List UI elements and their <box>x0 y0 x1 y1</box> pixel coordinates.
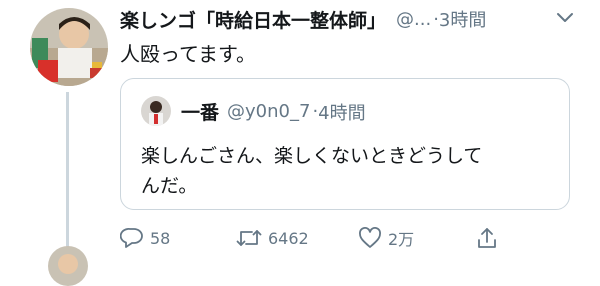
like-button[interactable]: 2万 <box>358 224 414 252</box>
retweet-icon <box>236 227 262 249</box>
quoted-text-line: 楽しんごさん、楽しくないときどうして <box>141 145 483 167</box>
quoted-display-name: 一番 <box>181 102 220 124</box>
user-handle[interactable]: @... <box>396 9 431 30</box>
like-count: 2万 <box>388 230 415 249</box>
quoted-tweet[interactable]: 一番 @y0n0_7 · 4時間 楽しんごさん、楽しくないときどうして んだ。 <box>120 78 570 210</box>
retweet-button[interactable]: 6462 <box>236 224 309 252</box>
tweet-text: 人殴ってます。 <box>120 42 256 66</box>
avatar[interactable] <box>30 8 108 86</box>
reply-icon <box>120 227 144 249</box>
quoted-avatar <box>141 96 171 126</box>
next-tweet-avatar[interactable] <box>48 246 88 286</box>
quoted-text: 楽しんごさん、楽しくないときどうして んだ。 <box>141 141 561 201</box>
share-button[interactable] <box>476 224 498 252</box>
display-name[interactable]: 楽しンゴ「時給日本一整体師」 <box>120 6 386 33</box>
tweet-time[interactable]: 3時間 <box>439 6 486 32</box>
tweet-header: 楽しンゴ「時給日本一整体師」 @... · 3時間 <box>120 6 486 32</box>
like-icon <box>358 227 382 249</box>
thread-line <box>66 92 69 255</box>
reply-count: 58 <box>150 228 171 248</box>
retweet-count: 6462 <box>268 228 309 248</box>
quoted-handle: @y0n0_7 <box>227 101 311 122</box>
share-icon <box>476 226 498 250</box>
chevron-down-icon[interactable] <box>555 10 575 26</box>
quoted-text-line: んだ。 <box>141 175 198 197</box>
action-bar: 58 6462 2万 <box>120 224 580 252</box>
quoted-header: 一番 @y0n0_7 · 4時間 <box>181 98 366 125</box>
reply-button[interactable]: 58 <box>120 224 170 252</box>
quoted-time: 4時間 <box>318 102 366 124</box>
